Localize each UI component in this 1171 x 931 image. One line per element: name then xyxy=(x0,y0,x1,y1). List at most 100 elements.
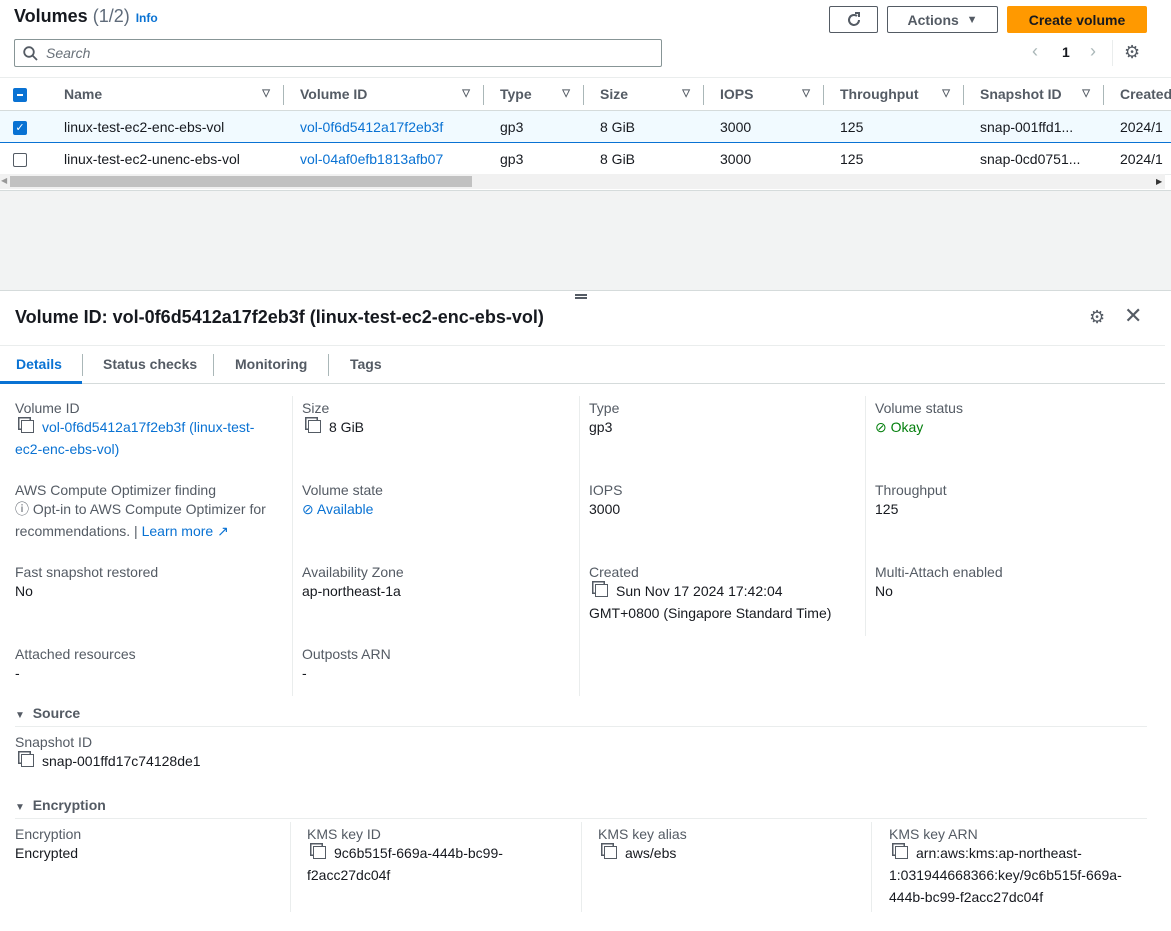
size-value: 8 GiB xyxy=(329,419,365,435)
sort-icon: ▽ xyxy=(562,88,570,99)
attached-label: Attached resources xyxy=(15,646,136,662)
col-volume-id[interactable]: Volume ID ▽ xyxy=(284,77,484,111)
search-input[interactable]: Search xyxy=(14,39,662,67)
cell-throughput: 125 xyxy=(824,110,964,143)
col-snapshot-id[interactable]: Snapshot ID ▽ xyxy=(964,77,1104,111)
kms-id-value-cont: f2acc27dc04f xyxy=(307,867,391,883)
col-label: Snapshot ID xyxy=(980,86,1062,102)
multi-attach-value: No xyxy=(875,583,893,599)
encryption-value: Encrypted xyxy=(15,845,79,861)
col-iops[interactable]: IOPS ▽ xyxy=(704,77,824,111)
created-value: Sun Nov 17 2024 17:42:04 xyxy=(616,583,783,599)
col-label: Name xyxy=(64,86,103,102)
copy-icon[interactable] xyxy=(313,846,326,859)
optimizer-text: Opt-in to AWS Compute Optimizer for xyxy=(32,501,266,517)
actions-label: Actions xyxy=(907,11,959,28)
learn-more-link[interactable]: Learn more xyxy=(142,523,214,539)
volume-id-label: Volume ID xyxy=(15,400,80,416)
fsr-label: Fast snapshot restored xyxy=(15,564,159,580)
volume-id-link[interactable]: vol-0f6d5412a17f2eb3f xyxy=(300,119,443,135)
type-label: Type xyxy=(589,400,620,416)
outposts-label: Outposts ARN xyxy=(302,646,391,662)
cell-snapshot: snap-001ffd1... xyxy=(964,110,1104,143)
col-throughput[interactable]: Throughput ▽ xyxy=(824,77,964,111)
type-value: gp3 xyxy=(589,419,613,435)
resize-handle-icon[interactable] xyxy=(575,294,587,299)
close-icon[interactable]: ✕ xyxy=(1124,303,1142,329)
snapshot-label: Snapshot ID xyxy=(15,734,93,750)
check-circle-icon: ⊘ xyxy=(302,501,314,517)
col-label: Size xyxy=(600,86,629,102)
row-checkbox[interactable]: ✓ xyxy=(13,120,27,135)
caret-down-icon: ▼ xyxy=(15,802,25,813)
copy-icon[interactable] xyxy=(21,754,34,767)
status-value: Okay xyxy=(890,419,924,435)
actions-button[interactable]: Actions ▼ xyxy=(887,6,998,33)
throughput-value: 125 xyxy=(875,501,899,517)
iops-label: IOPS xyxy=(589,482,623,498)
cell-size: 8 GiB xyxy=(584,110,704,143)
panel-settings-gear-icon[interactable]: ⚙ xyxy=(1089,307,1105,328)
next-page-icon[interactable]: › xyxy=(1090,41,1096,62)
tab-details[interactable]: Details xyxy=(0,356,82,384)
prev-page-icon[interactable]: ‹ xyxy=(1032,41,1038,62)
throughput-label: Throughput xyxy=(875,482,947,498)
state-value: Available xyxy=(316,501,374,517)
col-created[interactable]: Created xyxy=(1104,77,1171,111)
page-number[interactable]: 1 xyxy=(1062,44,1070,60)
copy-icon[interactable] xyxy=(21,420,34,433)
table-row[interactable]: linux-test-ec2-unenc-ebs-vol vol-04af0ef… xyxy=(0,142,1171,175)
kms-arn-value-cont: 1:031944668366:key/9c6b515f-669a- xyxy=(889,867,1122,883)
page-title: Volumes (1/2) Info xyxy=(14,6,158,27)
table-row[interactable]: ✓ linux-test-ec2-enc-ebs-vol vol-0f6d541… xyxy=(0,110,1171,143)
cell-size: 8 GiB xyxy=(584,142,704,175)
scrollbar-thumb[interactable] xyxy=(10,176,472,187)
volume-id-link[interactable]: vol-0f6d5412a17f2eb3f (linux-test- xyxy=(42,419,254,435)
divider xyxy=(1112,40,1113,66)
cell-type: gp3 xyxy=(484,110,584,143)
sort-icon: ▽ xyxy=(1082,88,1090,99)
refresh-button[interactable] xyxy=(829,6,878,33)
az-value: ap-northeast-1a xyxy=(302,583,401,599)
row-checkbox[interactable] xyxy=(13,152,27,167)
scroll-right-icon[interactable]: ▶ xyxy=(1156,177,1162,186)
external-link-icon: ↗ xyxy=(217,523,229,539)
refresh-icon xyxy=(847,11,860,26)
tab-tags[interactable]: Tags xyxy=(350,356,382,372)
create-volume-button[interactable]: Create volume xyxy=(1007,6,1147,33)
volume-id-link-cont[interactable]: ec2-enc-ebs-vol) xyxy=(15,441,119,457)
copy-icon[interactable] xyxy=(604,846,617,859)
encryption-section-toggle[interactable]: ▼ Encryption xyxy=(15,797,106,813)
source-section-toggle[interactable]: ▼ Source xyxy=(15,705,80,721)
encryption-label: Encryption xyxy=(15,826,82,842)
tab-monitoring[interactable]: Monitoring xyxy=(235,356,307,372)
cell-name: linux-test-ec2-enc-ebs-vol xyxy=(48,110,284,143)
copy-icon[interactable] xyxy=(895,846,908,859)
az-label: Availability Zone xyxy=(302,564,404,580)
col-size[interactable]: Size ▽ xyxy=(584,77,704,111)
fsr-value: No xyxy=(15,583,33,599)
settings-gear-icon[interactable]: ⚙ xyxy=(1124,42,1140,63)
copy-icon[interactable] xyxy=(308,420,321,433)
col-label: IOPS xyxy=(720,86,754,102)
caret-down-icon: ▼ xyxy=(966,13,978,26)
tab-status-checks[interactable]: Status checks xyxy=(103,356,197,372)
info-link[interactable]: Info xyxy=(136,11,158,25)
volume-id-link[interactable]: vol-04af0efb1813afb07 xyxy=(300,151,443,167)
col-type[interactable]: Type ▽ xyxy=(484,77,584,111)
kms-arn-label: KMS key ARN xyxy=(889,826,978,842)
status-label: Volume status xyxy=(875,400,963,416)
cell-created: 2024/1 xyxy=(1104,110,1171,143)
col-label: Throughput xyxy=(840,86,919,102)
select-all-checkbox[interactable] xyxy=(13,88,27,103)
sort-icon: ▽ xyxy=(802,88,810,99)
created-label: Created xyxy=(589,564,639,580)
detail-title: Volume ID: vol-0f6d5412a17f2eb3f (linux-… xyxy=(15,307,544,327)
scroll-left-icon[interactable]: ◀ xyxy=(1,176,7,185)
table-header: Name ▽ Volume ID ▽ Type ▽ Size ▽ IOPS ▽ Throu… xyxy=(0,77,1171,111)
cell-iops: 3000 xyxy=(704,142,824,175)
col-name[interactable]: Name ▽ xyxy=(48,77,284,111)
kms-id-value: 9c6b515f-669a-444b-bc99- xyxy=(334,845,503,861)
sort-icon: ▽ xyxy=(262,88,270,99)
copy-icon[interactable] xyxy=(595,584,608,597)
